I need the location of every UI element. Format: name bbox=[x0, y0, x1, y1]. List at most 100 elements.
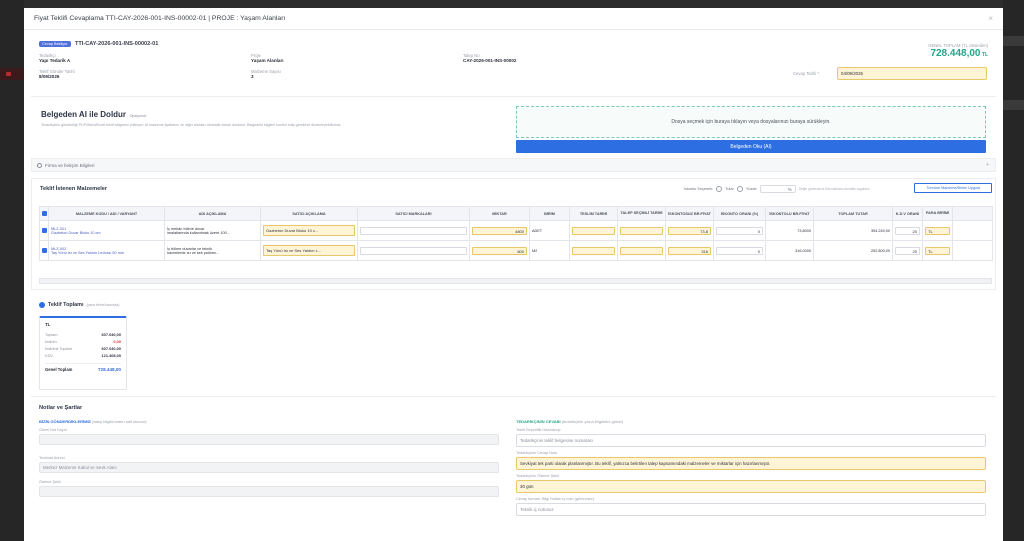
discounted-price-cell: 316,0000 bbox=[765, 240, 814, 261]
discount-input[interactable]: 0 bbox=[716, 246, 763, 255]
delivery-date-input[interactable] bbox=[572, 226, 615, 235]
seller-brand-input[interactable] bbox=[360, 246, 467, 255]
delivery-address-field: Merkez Malzeme Kabul ve Sevk Alanı bbox=[39, 462, 499, 473]
totals-row-label: İndirimli Toplam bbox=[45, 346, 72, 351]
material-count-value: 3 bbox=[251, 74, 254, 79]
seller-desc-cell: Gazbeton Duvar Bloku 10 c... bbox=[260, 220, 358, 241]
col-header: BİRİM bbox=[529, 206, 570, 221]
qty-cell: 800 bbox=[469, 240, 530, 261]
modal-title: Fiyat Teklifi Cevaplama TTI-CAY-2026-001… bbox=[34, 15, 286, 22]
delivery-date-input[interactable] bbox=[572, 246, 615, 255]
table-row: MLZ-002 Taş Yünü Isı ve Ses Yalıtım Levh… bbox=[39, 240, 993, 261]
close-icon[interactable]: × bbox=[988, 14, 993, 23]
totals-row: İndirim 0,00 bbox=[45, 338, 121, 345]
currency-cell: TL bbox=[922, 240, 953, 261]
materials-table: MALZEME KODU / ADI / VARYANT ADI AÇIKLAM… bbox=[39, 206, 993, 261]
row-checkbox[interactable] bbox=[42, 247, 47, 253]
vat-input[interactable]: 20 bbox=[895, 246, 920, 255]
internal-note-input[interactable]: Teknik iç notunuz bbox=[516, 503, 986, 516]
material-name: Gazbeton Duvar Bloku 10 cm bbox=[51, 230, 101, 235]
table-horizontal-scrollbar[interactable] bbox=[39, 278, 992, 284]
totals-row-value: 0,00 bbox=[113, 339, 121, 344]
company-section-toggle[interactable]: Firma ve İletişim Bilgileri + bbox=[31, 158, 996, 172]
company-section-title: Firma ve İletişim Bilgileri bbox=[45, 162, 95, 168]
backdrop-button bbox=[1003, 100, 1024, 110]
right-column-title: TEDARİKÇİNİN CEVABI bbox=[516, 419, 561, 424]
qty-input[interactable]: 4800 bbox=[472, 226, 527, 235]
row-scroll-cell bbox=[952, 240, 993, 261]
supplier-value: Yapı Tedarik A bbox=[39, 58, 71, 63]
grand-total-value: 728.448,00 bbox=[930, 48, 981, 59]
select-all-checkbox[interactable] bbox=[41, 210, 47, 216]
radio-percent[interactable] bbox=[736, 186, 743, 192]
field-label: Teslimat Adresi bbox=[39, 456, 65, 460]
grand-total-currency: TL bbox=[981, 52, 988, 58]
materials-section: Teklif İstenen Malzemeler İskonto Seçene… bbox=[31, 178, 996, 290]
backdrop-active-item bbox=[0, 68, 24, 80]
ai-title: Belgeden AI ile Doldur bbox=[41, 110, 127, 119]
row-checkbox-cell[interactable] bbox=[39, 240, 49, 261]
quote-response-modal: Fiyat Teklifi Cevaplama TTI-CAY-2026-001… bbox=[24, 8, 1003, 541]
seller-desc-cell: Taş Yünü Isı ve Ses Yalıtım L... bbox=[260, 240, 358, 261]
currency-select[interactable]: TL bbox=[925, 246, 950, 255]
seller-brand-cell bbox=[357, 240, 470, 261]
unit-cell: ADET bbox=[529, 220, 570, 241]
description-cell: İç bölme duvarlar ve teknik hacimlerde ı… bbox=[164, 240, 261, 261]
discount-cell: 0 bbox=[713, 220, 766, 241]
radio-amount[interactable] bbox=[716, 186, 723, 192]
supplier-doc-number-input[interactable]: Tedarikçinin teklif belgesine numarası bbox=[516, 434, 986, 447]
col-header: ADI AÇIKLAMA bbox=[164, 206, 261, 221]
project-value: Yaşam Alanları bbox=[251, 58, 284, 63]
seller-brand-input[interactable] bbox=[360, 226, 467, 235]
notes-section: Notlar ve Şartlar BİZİN GÖNDERDİKLERİMİZ… bbox=[31, 396, 996, 541]
row-scroll-cell bbox=[952, 220, 993, 241]
price-cell: 73,8 bbox=[665, 220, 714, 241]
unit-cell: M2 bbox=[529, 240, 570, 261]
response-date-input[interactable]: 04/09/2026 bbox=[837, 67, 987, 80]
backdrop-item-icon bbox=[6, 72, 11, 76]
header-select-all[interactable] bbox=[39, 206, 49, 221]
read-document-ai-button[interactable]: Belgeden Oku (AI) bbox=[516, 140, 986, 153]
general-note-field bbox=[39, 434, 499, 445]
table-row: MLZ-001 Gazbeton Duvar Bloku 10 cm İç me… bbox=[39, 220, 993, 241]
discount-percent-input[interactable]: % bbox=[759, 185, 796, 193]
price-input[interactable]: 73,8 bbox=[668, 226, 711, 235]
totals-icon bbox=[39, 302, 45, 308]
backdrop-sidebar bbox=[0, 0, 24, 541]
currency-select[interactable]: TL bbox=[925, 226, 950, 235]
material-name: Taş Yünü Isı ve Ses Yalıtım Levhası 50 m… bbox=[51, 250, 125, 255]
vat-input[interactable]: 20 bbox=[895, 226, 920, 235]
description-cell: İç mekân bölme duvar imalatlarında kulla… bbox=[164, 220, 261, 241]
totals-currency: TL bbox=[45, 322, 51, 327]
discount-input[interactable]: 0 bbox=[716, 226, 763, 235]
notes-title: Notlar ve Şartlar bbox=[39, 405, 83, 411]
requested-date-cell bbox=[617, 240, 666, 261]
field-label: Tedarikçinin Cevap Notu bbox=[516, 451, 558, 455]
supplier-payment-input[interactable]: 30 gün bbox=[516, 480, 986, 493]
price-input[interactable]: 316 bbox=[668, 246, 711, 255]
supplier-response-note-input[interactable]: Sevkiyat tek parti olarak planlanmıştır.… bbox=[516, 457, 986, 470]
materials-title: Teklif İstenen Malzemeler bbox=[40, 186, 108, 192]
totals-row-value: 121.408,00 bbox=[101, 353, 121, 358]
discount-options: İskonto Seçenek: Tutar Yüzde % Değer gir… bbox=[684, 185, 870, 193]
apply-all-button[interactable]: Tümüne Malzeme/Birimi Uygula bbox=[914, 183, 992, 193]
row-checkbox-cell[interactable] bbox=[39, 220, 49, 241]
file-dropzone[interactable]: Dosya seçmek için buraya tıklayın veya d… bbox=[516, 106, 986, 138]
ai-tag: Opsiyonel bbox=[129, 114, 147, 118]
qty-input[interactable]: 800 bbox=[472, 246, 527, 255]
requested-date-input[interactable] bbox=[620, 246, 663, 255]
totals-row-value: 607.040,00 bbox=[101, 346, 121, 351]
row-checkbox[interactable] bbox=[42, 227, 47, 233]
field-label: Cevap formatı: Bilgi Notları iç notu (gö… bbox=[516, 497, 595, 501]
ai-description: Tedarikçinin gönderdiği PDF/Word/Excel t… bbox=[41, 123, 342, 127]
expand-icon: + bbox=[986, 162, 989, 168]
totals-row-label: İndirim bbox=[45, 339, 57, 344]
currency-cell: TL bbox=[922, 220, 953, 241]
seller-desc-input[interactable]: Gazbeton Duvar Bloku 10 c... bbox=[263, 225, 355, 236]
col-header: SATICI MARKALARI bbox=[357, 206, 470, 221]
col-header: K.D.V ORANI bbox=[892, 206, 923, 221]
requested-date-input[interactable] bbox=[620, 226, 663, 235]
seller-desc-input[interactable]: Taş Yünü Isı ve Ses Yalıtım L... bbox=[263, 245, 355, 256]
field-label: Genel Not Kayıtı bbox=[39, 428, 67, 432]
payment-method-field bbox=[39, 486, 499, 497]
